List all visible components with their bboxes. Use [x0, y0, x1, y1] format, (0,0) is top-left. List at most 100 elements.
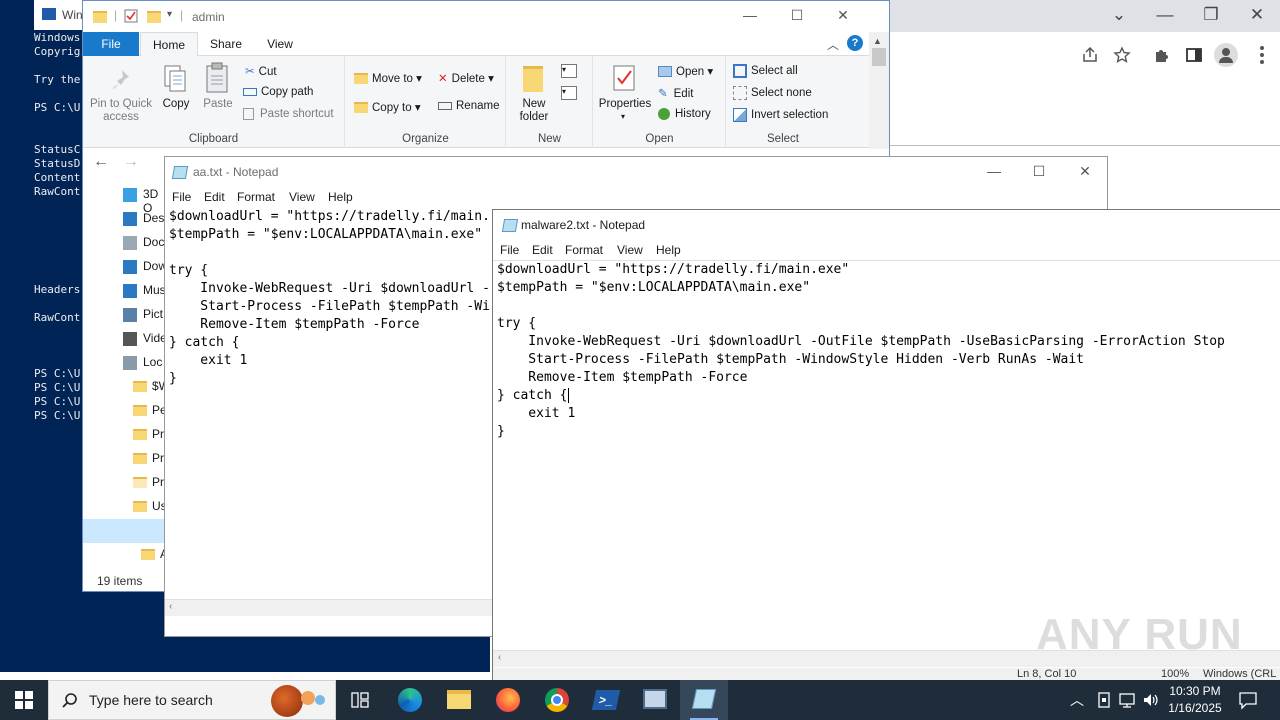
properties-button[interactable]: Properties [596, 98, 654, 111]
nav-item[interactable]: $W [83, 375, 170, 399]
menu-icon[interactable] [1260, 46, 1264, 64]
menu-format[interactable]: Format [565, 243, 603, 257]
history-button[interactable]: History [658, 108, 711, 120]
delete-button[interactable]: ✕ Delete ▾ [438, 71, 494, 85]
cut-button[interactable]: ✂ Cut [245, 64, 277, 78]
paste-shortcut-button[interactable]: Paste shortcut [243, 108, 334, 120]
nav-item[interactable]: Mus [83, 279, 166, 303]
select-all-button[interactable]: Select all [733, 64, 798, 78]
nav-item[interactable]: Pr [83, 471, 165, 495]
properties-qat-icon[interactable] [124, 9, 138, 23]
nav-item[interactable]: Pict [83, 303, 165, 327]
taskbar-powershell[interactable]: >_ [582, 680, 630, 720]
rename-button[interactable]: Rename [438, 100, 499, 112]
nav-item[interactable]: Pe [83, 399, 167, 423]
explorer-maximize-button[interactable]: ☐ [786, 7, 808, 24]
menu-help[interactable]: Help [328, 190, 353, 204]
taskbar-search-box[interactable]: Type here to search [48, 680, 336, 720]
clock-date[interactable]: 1/16/2025 [1160, 701, 1230, 715]
nav-item[interactable]: Vide [83, 327, 167, 351]
avatar-icon[interactable] [1214, 43, 1238, 67]
menu-help[interactable]: Help [656, 243, 681, 257]
network-icon[interactable] [1118, 691, 1136, 709]
tray-chevron-icon[interactable]: ︿ [1070, 690, 1084, 710]
chrome-restore-button[interactable]: ❐ [1199, 5, 1223, 25]
chrome-minimize-button[interactable]: — [1153, 5, 1177, 25]
menu-format[interactable]: Format [237, 190, 275, 204]
windows-start-icon[interactable] [15, 691, 33, 709]
menu-edit[interactable]: Edit [204, 190, 225, 204]
clock-time[interactable]: 10:30 PM [1160, 684, 1230, 698]
tab-view[interactable]: View [255, 32, 305, 56]
tab-share[interactable]: Share [201, 32, 251, 56]
nav-item[interactable]: A [83, 543, 168, 567]
sidepanel-icon[interactable] [1185, 46, 1203, 64]
qat-dropdown-icon[interactable]: ▾ [167, 9, 172, 20]
tab-file[interactable]: File [83, 32, 139, 56]
menu-view[interactable]: View [617, 243, 643, 257]
notepad-aa-close-button[interactable]: ✕ [1074, 163, 1096, 180]
notepad-icon [171, 166, 189, 179]
back-arrow-icon[interactable]: ← [93, 153, 109, 171]
copy-path-button[interactable]: Copy path [243, 86, 313, 98]
separator-icon: | [180, 8, 184, 22]
tab-home[interactable]: Home [140, 32, 198, 56]
notepad-malware2-text-area[interactable]: $downloadUrl = "https://tradelly.fi/main… [497, 261, 1225, 441]
menu-view[interactable]: View [289, 190, 315, 204]
properties-dropdown-icon[interactable]: ▾ [621, 112, 625, 121]
nav-item[interactable]: Doc [83, 231, 165, 255]
help-icon[interactable]: ? [847, 35, 863, 51]
new-item-icon[interactable]: ▾ [561, 64, 577, 78]
nav-item[interactable]: Us [83, 495, 167, 519]
move-to-button[interactable]: Move to ▾ [354, 71, 422, 85]
powershell-line: Headers [34, 283, 81, 296]
notepad-aa-text-area[interactable]: $downloadUrl = "https://tradelly.fi/main… [169, 208, 490, 388]
menu-file[interactable]: File [172, 190, 191, 204]
explorer-close-button[interactable]: ✕ [832, 7, 854, 24]
share-icon[interactable] [1081, 46, 1099, 64]
taskbar-chrome[interactable] [533, 680, 581, 720]
select-none-icon [733, 86, 747, 100]
pin-to-quick-access-button[interactable]: Pin to Quick access [87, 98, 155, 124]
taskbar-firefox[interactable] [484, 680, 532, 720]
nav-item[interactable]: Loc [83, 351, 165, 375]
taskbar-file-explorer[interactable] [435, 680, 483, 720]
notepad-aa-maximize-button[interactable]: ☐ [1028, 163, 1050, 180]
taskbar-edge[interactable] [386, 680, 434, 720]
copy-to-button[interactable]: Copy to ▾ [354, 100, 421, 114]
usb-device-icon[interactable] [1096, 691, 1112, 709]
easy-access-icon[interactable]: ▾ [561, 86, 577, 100]
new-folder-qat-icon[interactable] [147, 11, 161, 23]
star-icon[interactable] [1113, 46, 1131, 64]
chrome-close-button[interactable]: ✕ [1245, 5, 1269, 25]
taskbar-notepad[interactable] [680, 680, 728, 720]
nav-item[interactable]: 3D O [83, 183, 165, 215]
invert-selection-icon [733, 108, 747, 122]
edit-label: Edit [673, 88, 694, 100]
nav-item[interactable]: Dow [83, 255, 167, 279]
nav-item[interactable]: Pr [83, 423, 165, 447]
forward-arrow-icon[interactable]: → [123, 153, 139, 171]
volume-icon[interactable] [1142, 691, 1160, 709]
pin-icon [113, 70, 129, 89]
menu-edit[interactable]: Edit [532, 243, 553, 257]
open-button[interactable]: Open ▾ [658, 64, 713, 78]
notepad-aa-minimize-button[interactable]: — [983, 163, 1005, 179]
paste-button[interactable]: Paste [199, 98, 237, 111]
menu-file[interactable]: File [500, 243, 519, 257]
taskbar-remote-desktop[interactable] [631, 680, 679, 720]
notification-icon[interactable] [1238, 690, 1258, 710]
ribbon-collapse-icon[interactable]: ︿ [827, 36, 839, 53]
select-none-button[interactable]: Select none [733, 86, 812, 100]
puzzle-icon[interactable] [1153, 46, 1171, 64]
copy-button[interactable]: Copy [157, 98, 195, 111]
new-folder-button[interactable]: New folder [509, 98, 559, 124]
edit-button[interactable]: ✎ Edit [658, 86, 693, 100]
explorer-minimize-button[interactable]: — [739, 7, 761, 23]
task-view-button[interactable] [336, 680, 384, 720]
notepad-aa-hscrollbar[interactable]: ‹ [165, 599, 493, 616]
chrome-chevron-icon[interactable]: ⌄ [1107, 5, 1131, 25]
nav-item[interactable]: Desk [83, 207, 170, 231]
invert-selection-button[interactable]: Invert selection [733, 108, 828, 122]
nav-item[interactable]: Pr [83, 447, 165, 471]
